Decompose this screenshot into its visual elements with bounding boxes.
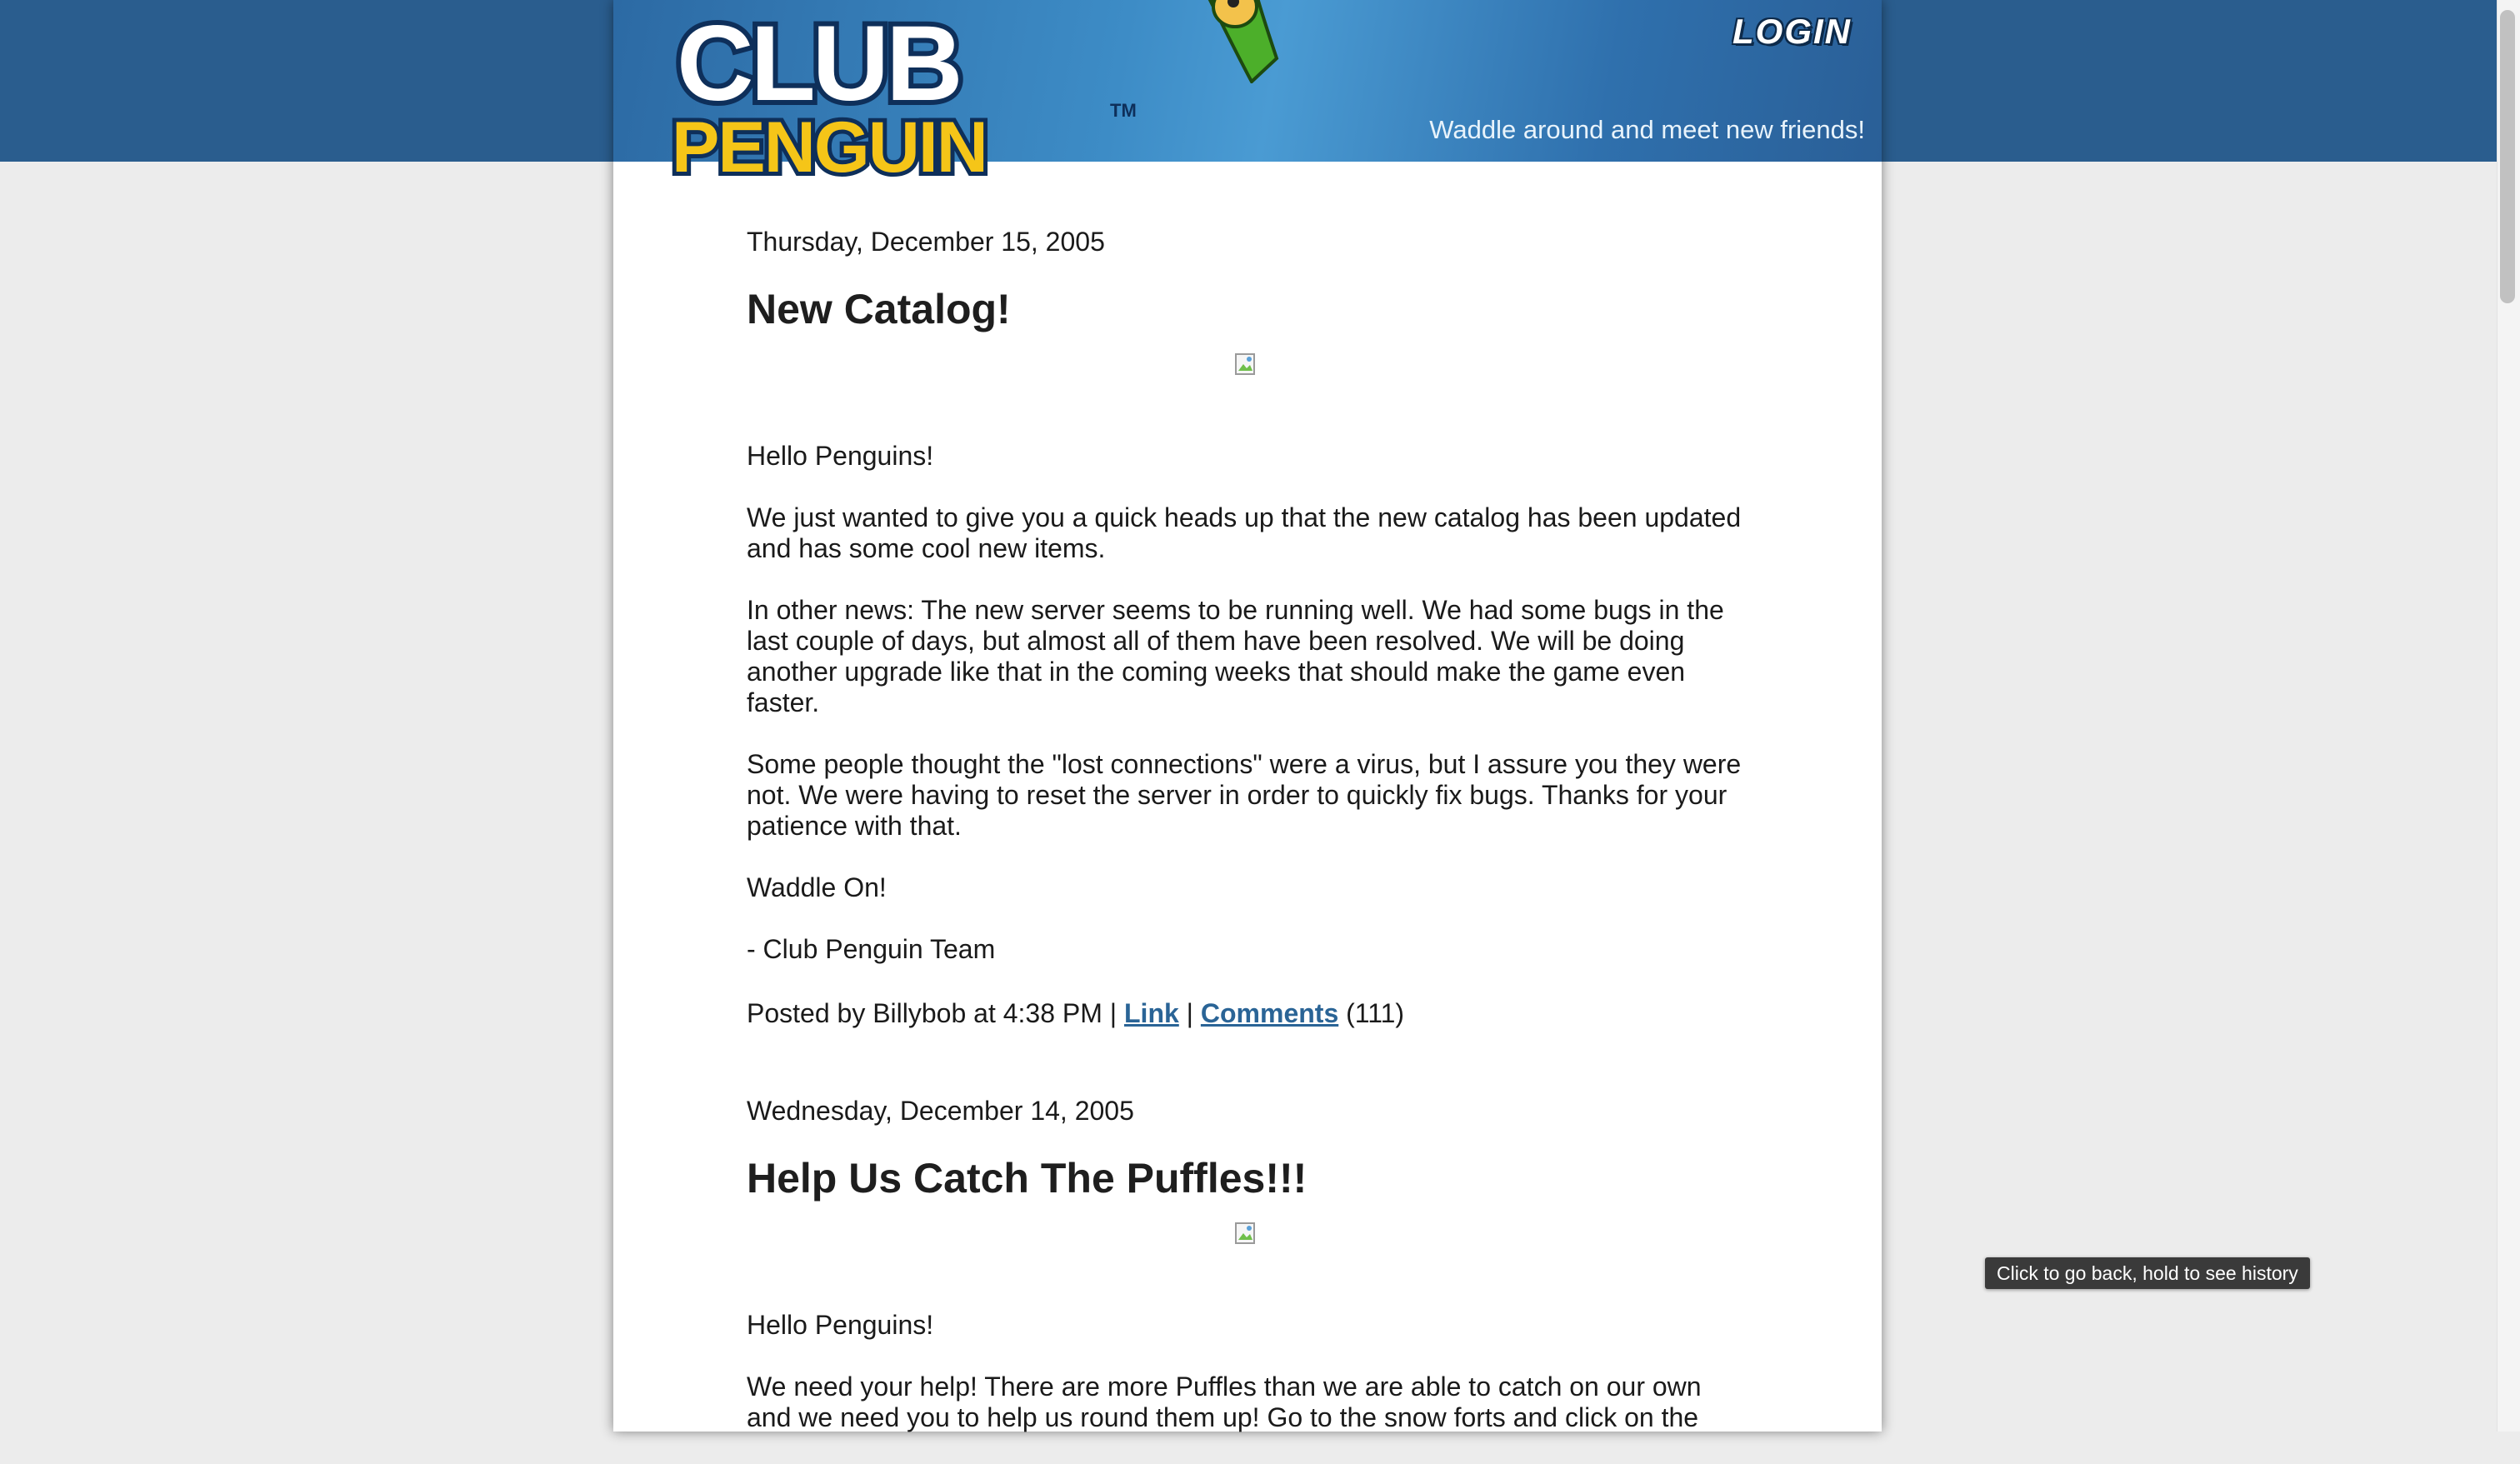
club-penguin-logo[interactable]: CLUB PENGUIN TM	[665, 8, 1148, 183]
post-image	[747, 352, 1747, 379]
post-date: Wednesday, December 14, 2005	[747, 1096, 1134, 1126]
post-paragraph: In other news: The new server seems to b…	[747, 595, 1724, 717]
blog-post: Thursday, December 15, 2005 New Catalog!…	[747, 227, 1747, 1029]
post-paragraph: Waddle On!	[747, 872, 887, 902]
page-column: CLUB PENGUIN TM LOGIN Waddle around and …	[613, 0, 1882, 1432]
logo-text-club: CLUB	[677, 8, 960, 123]
scrollbar-thumb[interactable]	[2500, 10, 2515, 303]
posted-by-text: Posted by Billybob at 4:38 PM |	[747, 998, 1118, 1028]
logo-trademark: TM	[1110, 100, 1137, 121]
post-footer: Posted by Billybob at 4:38 PM | Link | C…	[747, 998, 1747, 1029]
post-paragraph: Some people thought the "lost connection…	[747, 749, 1742, 841]
post-paragraph: - Club Penguin Team	[747, 934, 996, 964]
login-button[interactable]: LOGIN	[1732, 12, 1852, 52]
post-date: Thursday, December 15, 2005	[747, 227, 1105, 257]
post-image	[747, 1222, 1747, 1248]
comments-count: (111)	[1346, 998, 1405, 1028]
site-header: CLUB PENGUIN TM LOGIN Waddle around and …	[613, 0, 1882, 183]
post-paragraph: We just wanted to give you a quick heads…	[747, 502, 1742, 563]
permalink-link[interactable]: Link	[1124, 998, 1179, 1028]
logo-text-penguin: PENGUIN	[672, 107, 987, 183]
post-title: New Catalog!	[747, 286, 1011, 332]
header-tagline: Waddle around and meet new friends!	[1429, 115, 1865, 144]
broken-image-icon	[1235, 353, 1255, 375]
comments-link[interactable]: Comments	[1201, 998, 1338, 1028]
puffle-icon	[1208, 0, 1279, 83]
post-paragraph: Hello Penguins!	[747, 441, 934, 471]
broken-image-icon	[1235, 1222, 1255, 1244]
footer-separator: |	[1186, 998, 1193, 1028]
back-button-tooltip: Click to go back, hold to see history	[1985, 1257, 2310, 1289]
post-paragraph: We need your help! There are more Puffle…	[747, 1372, 1702, 1432]
blog-content: Thursday, December 15, 2005 New Catalog!…	[747, 227, 1747, 1464]
post-title: Help Us Catch The Puffles!!!	[747, 1155, 1308, 1202]
blog-post: Wednesday, December 14, 2005 Help Us Cat…	[747, 1096, 1747, 1433]
post-paragraph: Hello Penguins!	[747, 1310, 934, 1340]
